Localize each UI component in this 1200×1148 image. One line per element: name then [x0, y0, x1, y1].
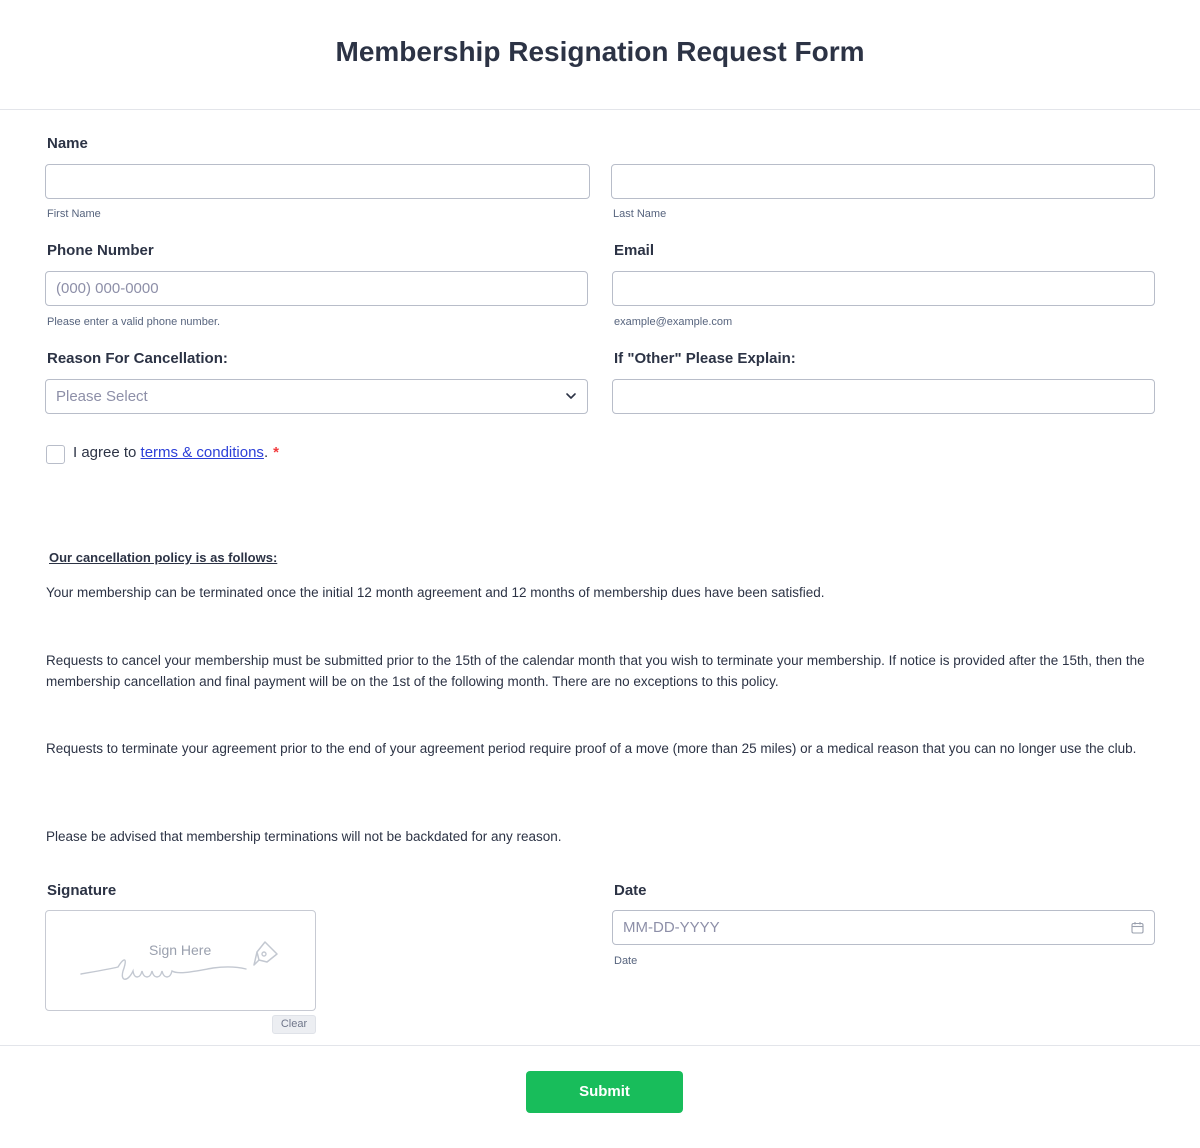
submit-button[interactable]: Submit: [526, 1071, 683, 1113]
name-label: Name: [47, 135, 88, 152]
terms-suffix: .: [263, 444, 269, 461]
other-explain-label: If "Other" Please Explain:: [614, 350, 796, 367]
date-label: Date: [614, 882, 647, 899]
terms-prefix: I agree to: [73, 444, 141, 461]
policy-paragraph-4: Please be advised that membership termin…: [46, 829, 562, 844]
policy-paragraph-1: Your membership can be terminated once t…: [46, 585, 825, 600]
pen-nib-icon: [253, 941, 278, 966]
terms-label: I agree to terms & conditions. *: [73, 444, 279, 461]
policy-paragraph-3: Requests to terminate your agreement pri…: [46, 741, 1137, 756]
reason-label: Reason For Cancellation:: [47, 350, 228, 367]
reason-select[interactable]: Please Select: [45, 379, 588, 414]
phone-input[interactable]: (000) 000-0000: [45, 271, 588, 306]
calendar-icon[interactable]: [1131, 921, 1144, 934]
signature-label: Signature: [47, 882, 117, 899]
terms-link[interactable]: terms & conditions: [141, 444, 264, 461]
email-input[interactable]: [612, 271, 1155, 306]
phone-label: Phone Number: [47, 242, 154, 259]
email-label: Email: [614, 242, 655, 259]
phone-sublabel: Please enter a valid phone number.: [47, 316, 221, 328]
other-explain-input[interactable]: [612, 379, 1155, 414]
reason-selected-value: Please Select: [56, 388, 148, 405]
form-header: Membership Resignation Request Form: [0, 0, 1200, 110]
terms-checkbox[interactable]: [46, 445, 65, 464]
policy-heading: Our cancellation policy is as follows:: [49, 550, 278, 565]
first-name-input[interactable]: [45, 164, 590, 199]
phone-placeholder: (000) 000-0000: [56, 280, 159, 297]
last-name-sublabel: Last Name: [613, 208, 667, 220]
signature-pad[interactable]: Sign Here: [45, 910, 316, 1011]
clear-signature-button[interactable]: Clear: [272, 1015, 316, 1034]
form-title: Membership Resignation Request Form: [335, 36, 865, 67]
date-input[interactable]: MM-DD-YYYY: [612, 910, 1155, 945]
email-sublabel: example@example.com: [614, 316, 733, 328]
policy-paragraph-2: Requests to cancel your membership must …: [46, 653, 1145, 689]
required-indicator: *: [273, 444, 279, 461]
chevron-down-icon: [566, 393, 576, 399]
date-placeholder: MM-DD-YYYY: [623, 919, 720, 936]
first-name-sublabel: First Name: [47, 208, 101, 220]
date-sublabel: Date: [614, 955, 638, 967]
last-name-input[interactable]: [611, 164, 1155, 199]
